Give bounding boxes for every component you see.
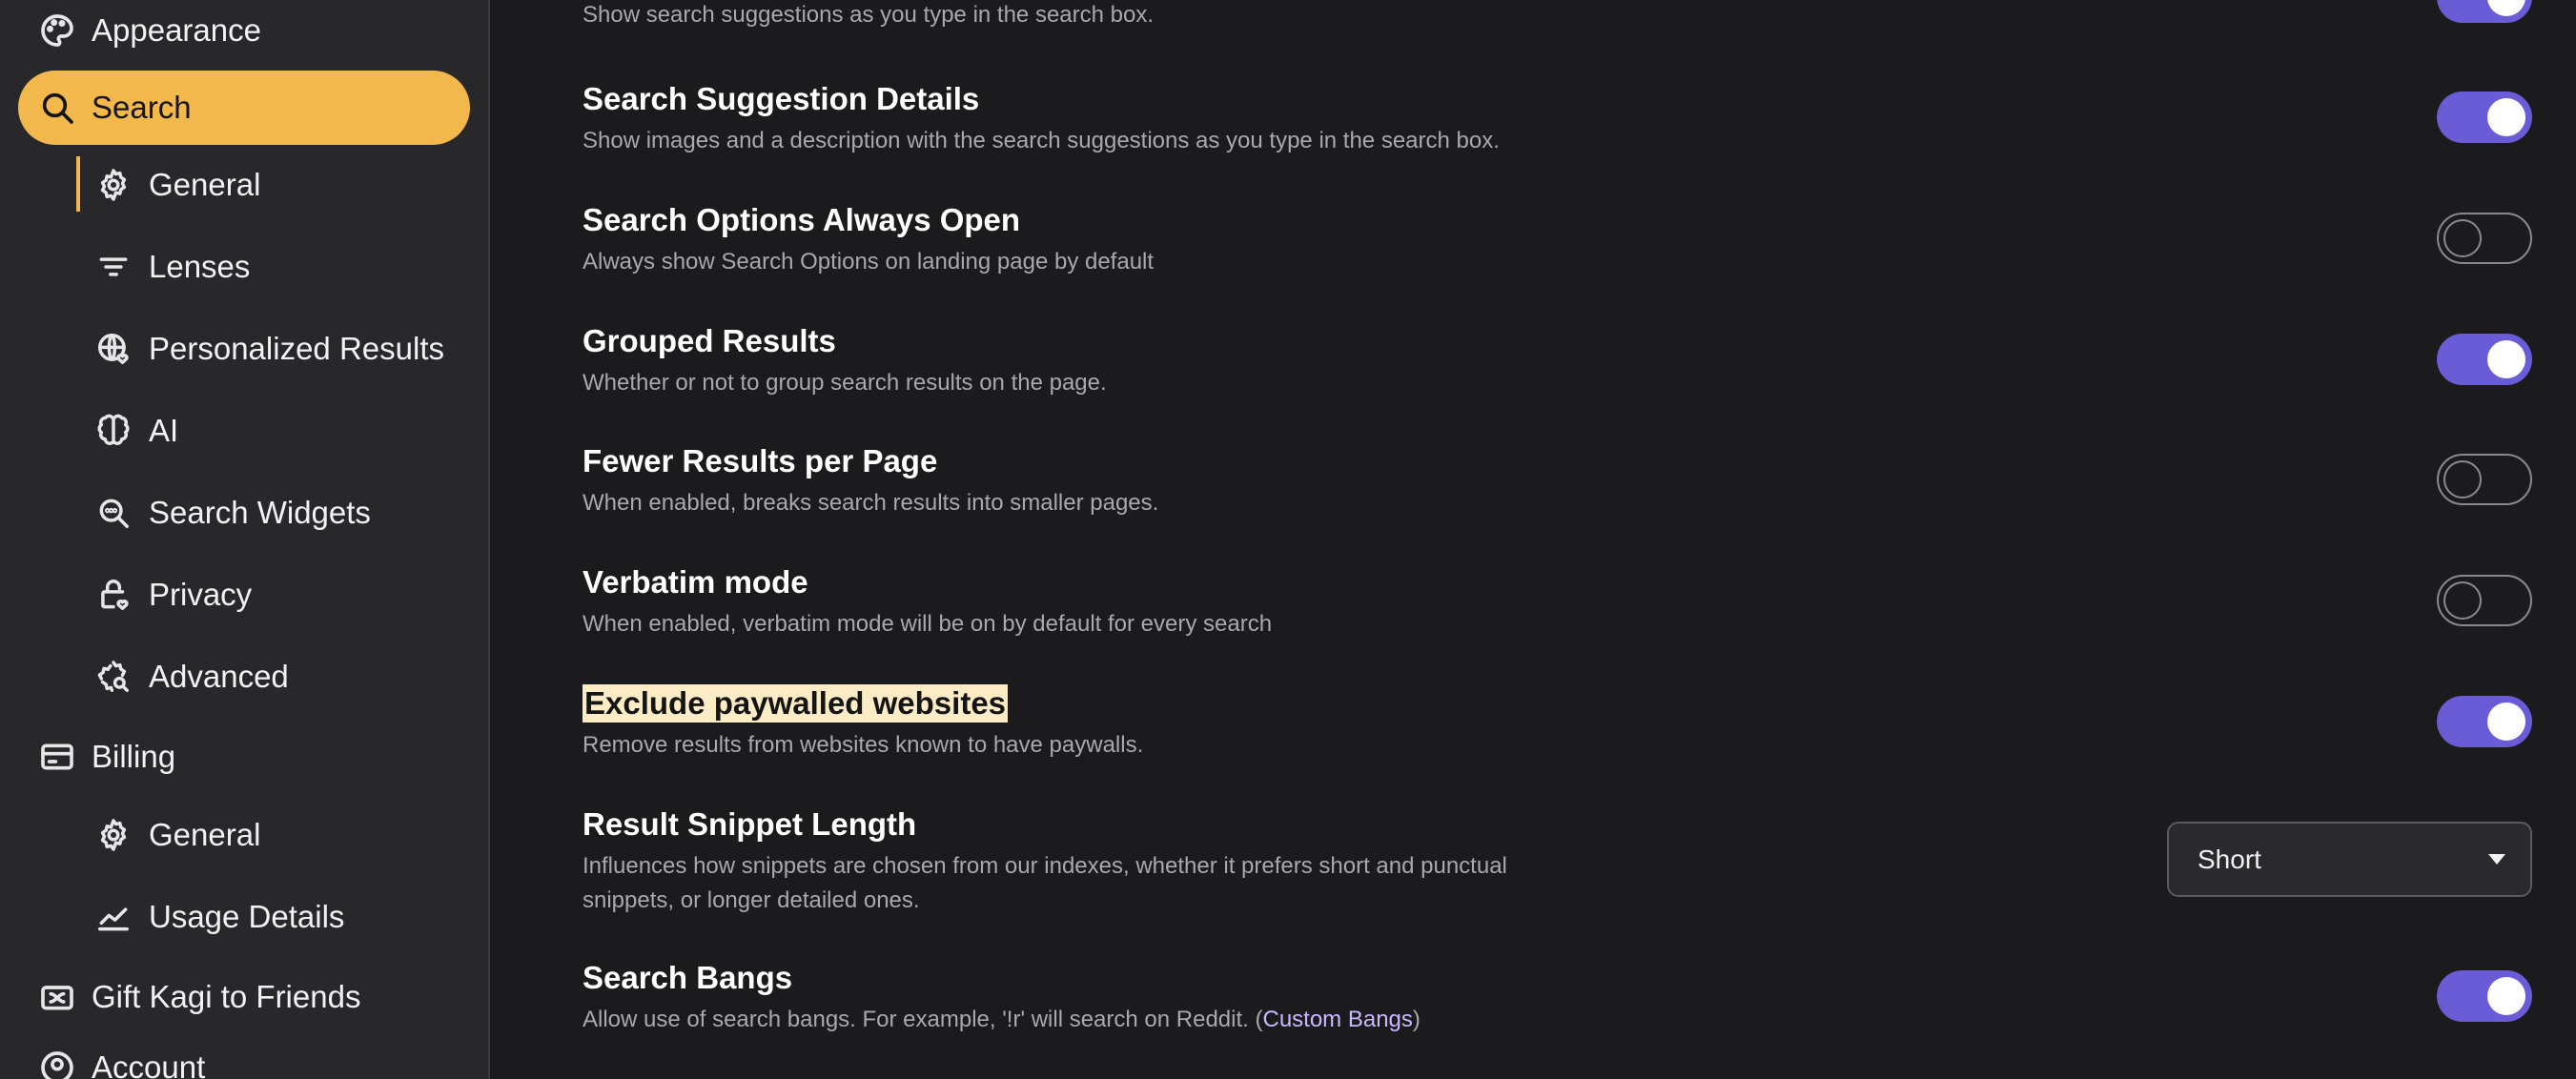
setting-description: Show search suggestions as you type in t… bbox=[583, 2, 1155, 28]
settings-panel: Show search suggestions as you type in t… bbox=[492, 0, 2576, 1079]
search-widgets-icon bbox=[95, 495, 132, 531]
toggle-fewer-results[interactable] bbox=[2437, 454, 2532, 505]
setting-title: Fewer Results per Page bbox=[583, 443, 938, 478]
toggle-search-bangs[interactable] bbox=[2437, 970, 2532, 1022]
toggle-knob bbox=[2487, 98, 2525, 136]
sidebar-item-label: Appearance bbox=[92, 12, 261, 48]
sidebar-item-label: General bbox=[149, 817, 261, 852]
sidebar-subitem-personalized-results[interactable]: Personalized Results bbox=[76, 311, 477, 387]
active-indicator bbox=[76, 156, 80, 212]
sidebar-item-label: Billing bbox=[92, 739, 176, 774]
setting-description: Show images and a description with the s… bbox=[583, 128, 1500, 153]
setting-description-text: ) bbox=[1412, 1007, 1421, 1032]
setting-description: When enabled, breaks search results into… bbox=[583, 490, 1159, 516]
toggle-grouped-results[interactable] bbox=[2437, 334, 2532, 385]
user-circle-icon bbox=[38, 1048, 76, 1079]
toggle-knob bbox=[2487, 702, 2525, 741]
custom-bangs-link[interactable]: Custom Bangs bbox=[1262, 1007, 1412, 1032]
setting-search-options-open: Search Options Always Open Always show S… bbox=[583, 201, 2508, 279]
setting-search-suggestions: Show search suggestions as you type in t… bbox=[583, 0, 2508, 32]
sidebar-item-label: Search Widgets bbox=[149, 495, 371, 530]
setting-title: Result Snippet Length bbox=[583, 806, 917, 842]
sidebar-item-label: AI bbox=[149, 413, 179, 448]
sidebar-item-label: Privacy bbox=[149, 577, 253, 612]
setting-search-suggestion-details: Search Suggestion Details Show images an… bbox=[583, 80, 2508, 158]
sidebar-subitem-usage-details[interactable]: Usage Details bbox=[76, 879, 477, 955]
setting-title: Search Bangs bbox=[583, 960, 793, 995]
toggle-verbatim-mode[interactable] bbox=[2437, 575, 2532, 626]
setting-description-text: Allow use of search bangs. For example, … bbox=[583, 1007, 1263, 1032]
setting-exclude-paywalled: Exclude paywalled websites Remove result… bbox=[583, 684, 2508, 763]
setting-title: Verbatim mode bbox=[583, 564, 808, 600]
toggle-knob bbox=[2487, 977, 2525, 1015]
setting-title-highlighted: Exclude paywalled websites bbox=[583, 684, 1009, 723]
lock-heart-icon bbox=[95, 577, 132, 613]
sidebar-subitem-billing-general[interactable]: General bbox=[76, 797, 477, 873]
setting-description: Influences how snippets are chosen from … bbox=[583, 853, 1507, 913]
sidebar-subitem-lenses[interactable]: Lenses bbox=[76, 229, 477, 305]
sidebar-subitem-advanced[interactable]: Advanced bbox=[76, 639, 477, 715]
setting-description: Always show Search Options on landing pa… bbox=[583, 249, 1155, 275]
toggle-search-suggestions[interactable] bbox=[2437, 0, 2532, 23]
chart-line-icon bbox=[95, 899, 132, 935]
caret-down-icon bbox=[2488, 854, 2505, 865]
toggle-search-suggestion-details[interactable] bbox=[2437, 92, 2532, 143]
sidebar-subitem-privacy[interactable]: Privacy bbox=[76, 557, 477, 633]
brain-icon bbox=[95, 413, 132, 449]
gear-search-icon bbox=[95, 659, 132, 695]
sidebar-subitem-search-widgets[interactable]: Search Widgets bbox=[76, 475, 477, 551]
sidebar-item-label: Personalized Results bbox=[149, 331, 444, 366]
setting-title: Search Suggestion Details bbox=[583, 81, 980, 116]
sidebar: Appearance Search General Lenses Persona… bbox=[0, 0, 490, 1079]
setting-description: When enabled, verbatim mode will be on b… bbox=[583, 611, 1273, 637]
toggle-knob bbox=[2487, 340, 2525, 378]
setting-grouped-results: Grouped Results Whether or not to group … bbox=[583, 322, 2508, 400]
settings-app: Appearance Search General Lenses Persona… bbox=[0, 0, 2576, 1079]
globe-heart-icon bbox=[95, 331, 132, 367]
sidebar-subitem-search-general[interactable]: General bbox=[76, 147, 477, 223]
select-value: Short bbox=[2198, 844, 2261, 874]
setting-search-bangs: Search Bangs Allow use of search bangs. … bbox=[583, 959, 2508, 1037]
sidebar-item-appearance[interactable]: Appearance bbox=[0, 0, 490, 71]
search-icon bbox=[38, 89, 76, 127]
sidebar-item-gift[interactable]: Gift Kagi to Friends bbox=[0, 957, 490, 1037]
toggle-search-options-open[interactable] bbox=[2437, 213, 2532, 264]
sidebar-item-label: Usage Details bbox=[149, 899, 345, 934]
credit-card-icon bbox=[38, 738, 76, 776]
gear-icon bbox=[95, 167, 132, 203]
snippet-length-select[interactable]: Short bbox=[2167, 822, 2532, 897]
sidebar-item-label: Account bbox=[92, 1049, 206, 1079]
toggle-knob bbox=[2443, 460, 2482, 499]
sidebar-subitem-ai[interactable]: AI bbox=[76, 393, 477, 469]
sidebar-item-label: Lenses bbox=[149, 249, 251, 284]
setting-title: Search Options Always Open bbox=[583, 202, 1021, 237]
toggle-exclude-paywalled[interactable] bbox=[2437, 696, 2532, 747]
gear-icon bbox=[95, 817, 132, 853]
sidebar-item-label: Gift Kagi to Friends bbox=[92, 979, 361, 1014]
sidebar-item-label: Advanced bbox=[149, 659, 289, 694]
setting-verbatim-mode: Verbatim mode When enabled, verbatim mod… bbox=[583, 563, 2508, 641]
setting-description: Allow use of search bangs. For example, … bbox=[583, 1003, 2508, 1037]
sidebar-item-billing[interactable]: Billing bbox=[0, 717, 490, 797]
setting-title: Grouped Results bbox=[583, 323, 836, 358]
sidebar-item-search[interactable]: Search bbox=[18, 71, 470, 145]
toggle-knob bbox=[2487, 0, 2525, 16]
setting-description: Remove results from websites known to ha… bbox=[583, 732, 1144, 758]
sidebar-item-label: General bbox=[149, 167, 261, 202]
gift-card-icon bbox=[38, 978, 76, 1016]
sidebar-item-label: Search bbox=[92, 90, 192, 125]
toggle-knob bbox=[2443, 219, 2482, 257]
filter-icon bbox=[95, 249, 132, 285]
setting-fewer-results: Fewer Results per Page When enabled, bre… bbox=[583, 442, 2508, 520]
sidebar-item-account[interactable]: Account bbox=[0, 1028, 490, 1079]
toggle-knob bbox=[2443, 581, 2482, 620]
setting-description: Whether or not to group search results o… bbox=[583, 370, 1107, 396]
palette-icon bbox=[38, 11, 76, 50]
